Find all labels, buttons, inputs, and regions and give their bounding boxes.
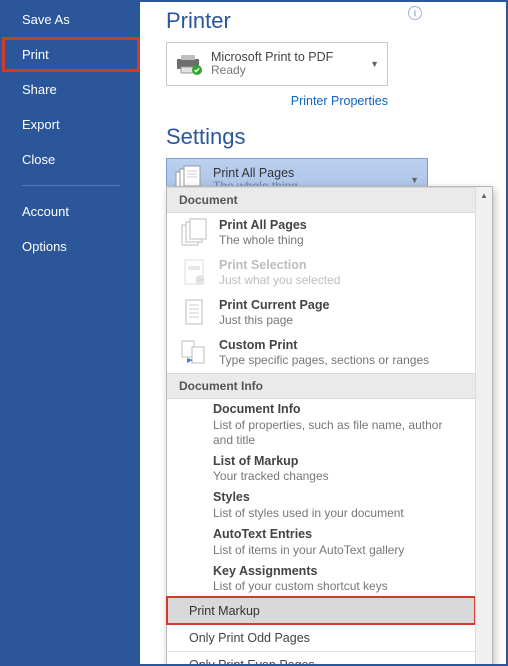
chevron-down-icon: ▼ (410, 175, 419, 185)
option-title: AutoText Entries (213, 527, 465, 543)
dropdown-scrollbar[interactable]: ▲ ▼ (475, 187, 492, 666)
option-print-selection: Print SelectionJust what you selected (167, 253, 475, 293)
sidebar-item-close[interactable]: Close (2, 142, 140, 177)
option-sub: List of your custom shortcut keys (213, 579, 465, 594)
option-title: Key Assignments (213, 564, 465, 580)
pages-stack-icon (179, 218, 209, 248)
sidebar-item-export[interactable]: Export (2, 107, 140, 142)
custom-pages-icon (179, 338, 209, 368)
single-page-icon (179, 298, 209, 328)
info-icon[interactable]: i (408, 6, 422, 20)
sidebar-item-options[interactable]: Options (2, 229, 140, 264)
printer-properties-row: Printer Properties (166, 92, 388, 110)
option-print-current-page[interactable]: Print Current PageJust this page (167, 293, 475, 333)
option-sub: Just this page (219, 313, 329, 327)
dropdown-content: Document Print All PagesThe whole thing … (167, 187, 475, 666)
option-title: Print Selection (219, 258, 340, 273)
sidebar-item-share[interactable]: Share (2, 72, 140, 107)
option-title: Document Info (213, 402, 465, 418)
option-sub: List of items in your AutoText gallery (213, 543, 465, 558)
sidebar-item-save-as[interactable]: Save As (2, 2, 140, 37)
option-print-markup[interactable]: Print Markup (167, 597, 475, 624)
option-sub: List of styles used in your document (213, 506, 465, 521)
printer-properties-link[interactable]: Printer Properties (291, 94, 388, 108)
print-what-dropdown-panel: ▲ ▼ Document Print All PagesThe whole th… (166, 186, 493, 666)
printer-ready-icon (175, 53, 203, 75)
group-header-document-info: Document Info (167, 373, 475, 399)
option-title: Custom Print (219, 338, 429, 353)
option-title: List of Markup (213, 454, 465, 470)
backstage-frame: Save As Print Share Export Close Account… (0, 0, 508, 666)
option-styles[interactable]: Styles List of styles used in your docum… (167, 487, 475, 524)
sidebar-divider (22, 185, 120, 186)
printer-section-title: Printer (166, 8, 486, 34)
option-autotext-entries[interactable]: AutoText Entries List of items in your A… (167, 524, 475, 561)
option-custom-print[interactable]: Custom PrintType specific pages, section… (167, 333, 475, 373)
option-sub: Just what you selected (219, 273, 340, 287)
print-what-title: Print All Pages (213, 166, 298, 180)
printer-name: Microsoft Print to PDF (211, 50, 333, 64)
option-sub: Your tracked changes (213, 469, 465, 484)
chevron-down-icon: ▼ (370, 59, 379, 69)
scroll-down-button[interactable]: ▼ (476, 661, 492, 666)
option-document-info[interactable]: Document Info List of properties, such a… (167, 399, 475, 451)
option-key-assignments[interactable]: Key Assignments List of your custom shor… (167, 561, 475, 598)
option-print-all-pages[interactable]: Print All PagesThe whole thing (167, 213, 475, 253)
option-list-of-markup[interactable]: List of Markup Your tracked changes (167, 451, 475, 488)
option-title: Print All Pages (219, 218, 307, 233)
sidebar-item-print[interactable]: Print (2, 37, 140, 72)
option-title: Styles (213, 490, 465, 506)
sidebar-item-account[interactable]: Account (2, 194, 140, 229)
settings-section-title: Settings (166, 124, 486, 150)
printer-text: Microsoft Print to PDF Ready (211, 50, 333, 78)
printer-selector[interactable]: Microsoft Print to PDF Ready ▼ (166, 42, 388, 86)
group-header-document: Document (167, 187, 475, 213)
page-selection-icon (179, 258, 209, 288)
option-only-even-pages[interactable]: Only Print Even Pages (167, 651, 475, 666)
option-only-odd-pages[interactable]: Only Print Odd Pages (167, 624, 475, 651)
option-sub: The whole thing (219, 233, 307, 247)
option-sub: List of properties, such as file name, a… (213, 418, 465, 448)
scroll-up-button[interactable]: ▲ (476, 187, 492, 204)
option-sub: Type specific pages, sections or ranges (219, 353, 429, 367)
printer-status: Ready (211, 64, 333, 78)
backstage-sidebar: Save As Print Share Export Close Account… (2, 2, 140, 664)
option-title: Print Current Page (219, 298, 329, 313)
